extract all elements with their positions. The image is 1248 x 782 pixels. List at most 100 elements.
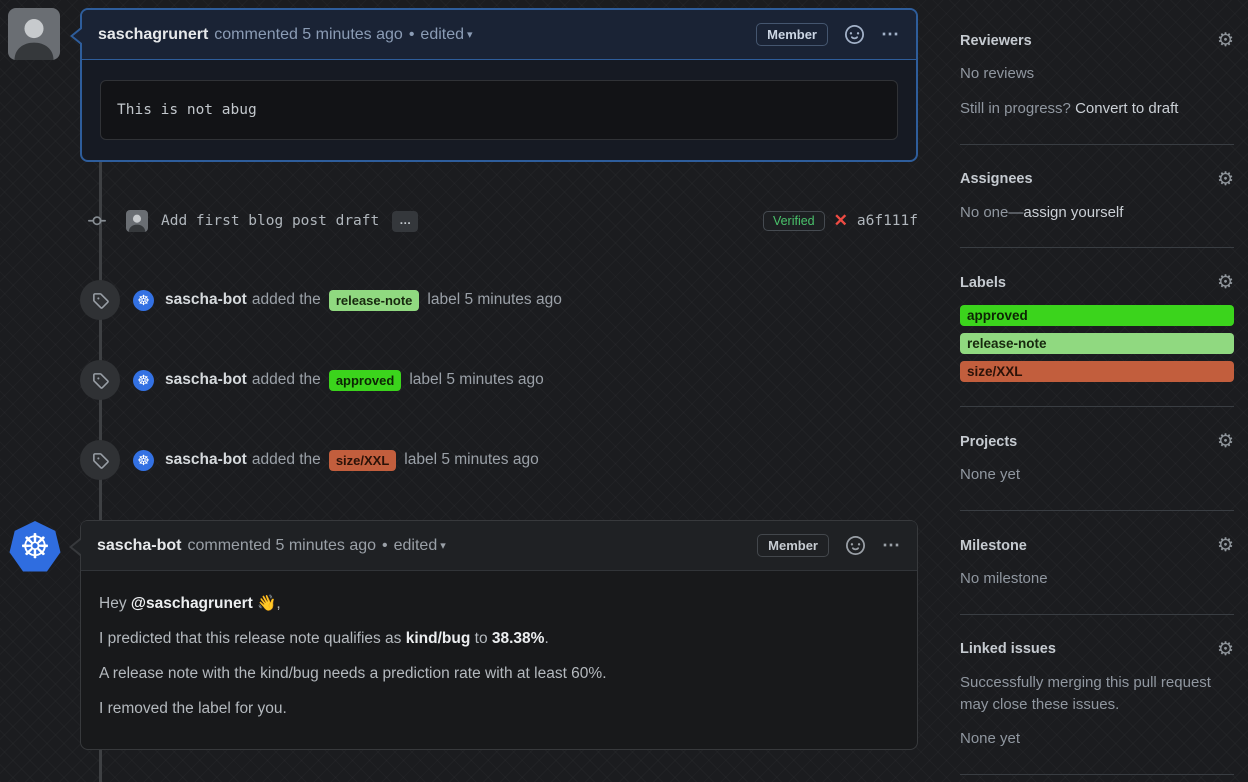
event-actor-link[interactable]: sascha-bot [165,371,247,389]
label-chip[interactable]: release-note [328,289,420,311]
linked-issues-description: Successfully merging this pull request m… [960,673,1211,713]
tag-icon [92,292,109,309]
code-text: This is not abug [117,102,257,118]
code-block: This is not abug [100,80,898,140]
sidebar-section-notifications: Notifications Customize [960,775,1234,782]
sidebar-section-reviewers: Reviewers ⚙ No reviews Still in progress… [960,0,1234,145]
sidebar-section-milestone: Milestone ⚙ No milestone [960,511,1234,615]
wave-emoji: 👋, [252,595,281,612]
mention-link[interactable]: @saschagrunert [131,595,253,612]
kubernetes-wheel-icon: ☸ [19,528,51,566]
member-badge: Member [757,534,829,557]
milestone-empty-text: No milestone [960,570,1048,587]
convert-to-draft-link[interactable]: Convert to draft [1075,100,1178,117]
label-event-row: ☸ sascha-bot added the approved label 5 … [80,360,918,400]
comment-author-link[interactable]: saschagrunert [98,26,208,44]
gear-icon[interactable]: ⚙ [1217,273,1234,292]
gear-icon[interactable]: ⚙ [1217,640,1234,659]
status-failed-x-icon[interactable]: ✕ [834,211,848,231]
comment-timestamp-link[interactable]: commented 5 minutes ago [214,26,403,44]
kebab-menu-button[interactable]: ⋯ [881,24,900,45]
commit-hash-link[interactable]: a6f111f [857,213,918,229]
commit-message-link[interactable]: Add first blog post draft [161,213,379,229]
bot-avatar[interactable]: ☸ [133,289,154,311]
event-action-text: added the [251,371,321,388]
label-chip[interactable]: approved [328,369,402,391]
paragraph-prediction: I predicted that this release note quali… [99,630,899,648]
text: Hey [99,595,131,612]
assignees-title: Assignees [960,171,1033,187]
dot-separator: • [382,536,388,554]
event-actor-link[interactable]: sascha-bot [165,451,247,469]
reviewers-title: Reviewers [960,32,1032,49]
gear-icon[interactable]: ⚙ [1217,536,1234,555]
smiley-icon [846,536,865,555]
kubernetes-wheel-icon: ☸ [137,452,150,468]
tag-icon [92,372,109,389]
avatar-sascha-bot[interactable]: ☸ [9,521,61,572]
bot-avatar[interactable]: ☸ [133,369,154,391]
comment-body: This is not abug [82,60,916,160]
event-suffix-text: label 5 minutes ago [427,291,562,308]
event-badge [80,440,120,480]
tag-icon [92,452,109,469]
commit-expander-button[interactable]: … [392,210,419,232]
paragraph-greeting: Hey @saschagrunert 👋, [99,594,899,613]
pr-sidebar: Reviewers ⚙ No reviews Still in progress… [960,0,1234,782]
milestone-title: Milestone [960,537,1027,554]
bot-avatar[interactable]: ☸ [133,449,154,471]
paragraph-removed: I removed the label for you. [99,700,287,717]
person-photo-icon [126,210,148,232]
commit-author-avatar[interactable] [126,210,148,232]
comment-saschagrunert: saschagrunert commented 5 minutes ago • … [70,8,918,162]
emoji-reaction-button[interactable] [846,536,865,555]
label-event-row: ☸ sascha-bot added the release-note labe… [80,280,918,320]
event-actor-link[interactable]: sascha-bot [165,291,247,309]
comment-sascha-bot: sascha-bot commented 5 minutes ago • edi… [69,520,918,750]
gear-icon[interactable]: ⚙ [1217,170,1234,189]
gear-icon[interactable]: ⚙ [1217,432,1234,451]
linked-issues-empty-text: None yet [960,730,1021,748]
comment-author-link[interactable]: sascha-bot [97,537,181,555]
comment-timestamp-link[interactable]: commented 5 minutes ago [187,537,376,555]
member-badge: Member [756,23,828,46]
linked-issues-title: Linked issues [960,641,1056,658]
kubernetes-wheel-icon: ☸ [137,372,150,388]
label-chip-size-xxl[interactable]: size/XXL [960,361,1234,383]
commit-row: Add first blog post draft … Verified ✕ a… [80,205,918,237]
percentage-text: 38.38% [491,630,545,647]
chevron-down-icon: ▾ [467,29,473,41]
sidebar-section-assignees: Assignees ⚙ No one—assign yourself [960,145,1234,249]
label-chip[interactable]: size/XXL [328,449,397,471]
sidebar-section-linked-issues: Linked issues ⚙ Successfully merging thi… [960,615,1234,775]
git-commit-icon [86,212,108,230]
label-chip-release-note[interactable]: release-note [960,333,1234,355]
kebab-menu-button[interactable]: ⋯ [882,535,901,556]
draft-hint-text: Still in progress? [960,99,1076,117]
comment-header: saschagrunert commented 5 minutes ago • … [70,10,916,60]
labels-title: Labels [960,274,1006,291]
event-action-text: added the [251,451,321,468]
projects-title: Projects [960,433,1018,450]
comment-arrow-inner [72,539,82,555]
dot-separator: • [408,25,415,43]
text: I predicted that this release note quali… [99,630,406,647]
avatar-saschagrunert[interactable] [8,8,60,60]
label-chip-approved[interactable]: approved [960,305,1234,327]
edited-dropdown[interactable]: edited [394,537,438,555]
sidebar-section-projects: Projects ⚙ None yet [960,407,1234,511]
projects-empty-text: None yet [960,466,1021,484]
verified-badge[interactable]: Verified [762,211,825,231]
label-event-row: ☸ sascha-bot added the size/XXL label 5 … [80,440,918,480]
sidebar-section-labels: Labels ⚙ approved release-note size/XXL [960,248,1234,408]
comment-body: Hey @saschagrunert 👋, I predicted that t… [81,571,917,749]
edited-dropdown[interactable]: edited [420,26,464,44]
smiley-icon [845,25,864,44]
assign-yourself-link[interactable]: assign yourself [1023,204,1123,221]
emoji-reaction-button[interactable] [845,25,864,44]
event-suffix-text: label 5 minutes ago [404,451,539,468]
person-photo-icon [8,8,60,60]
text: to [470,630,492,647]
comment-header: sascha-bot commented 5 minutes ago • edi… [69,521,917,571]
gear-icon[interactable]: ⚙ [1217,31,1234,50]
